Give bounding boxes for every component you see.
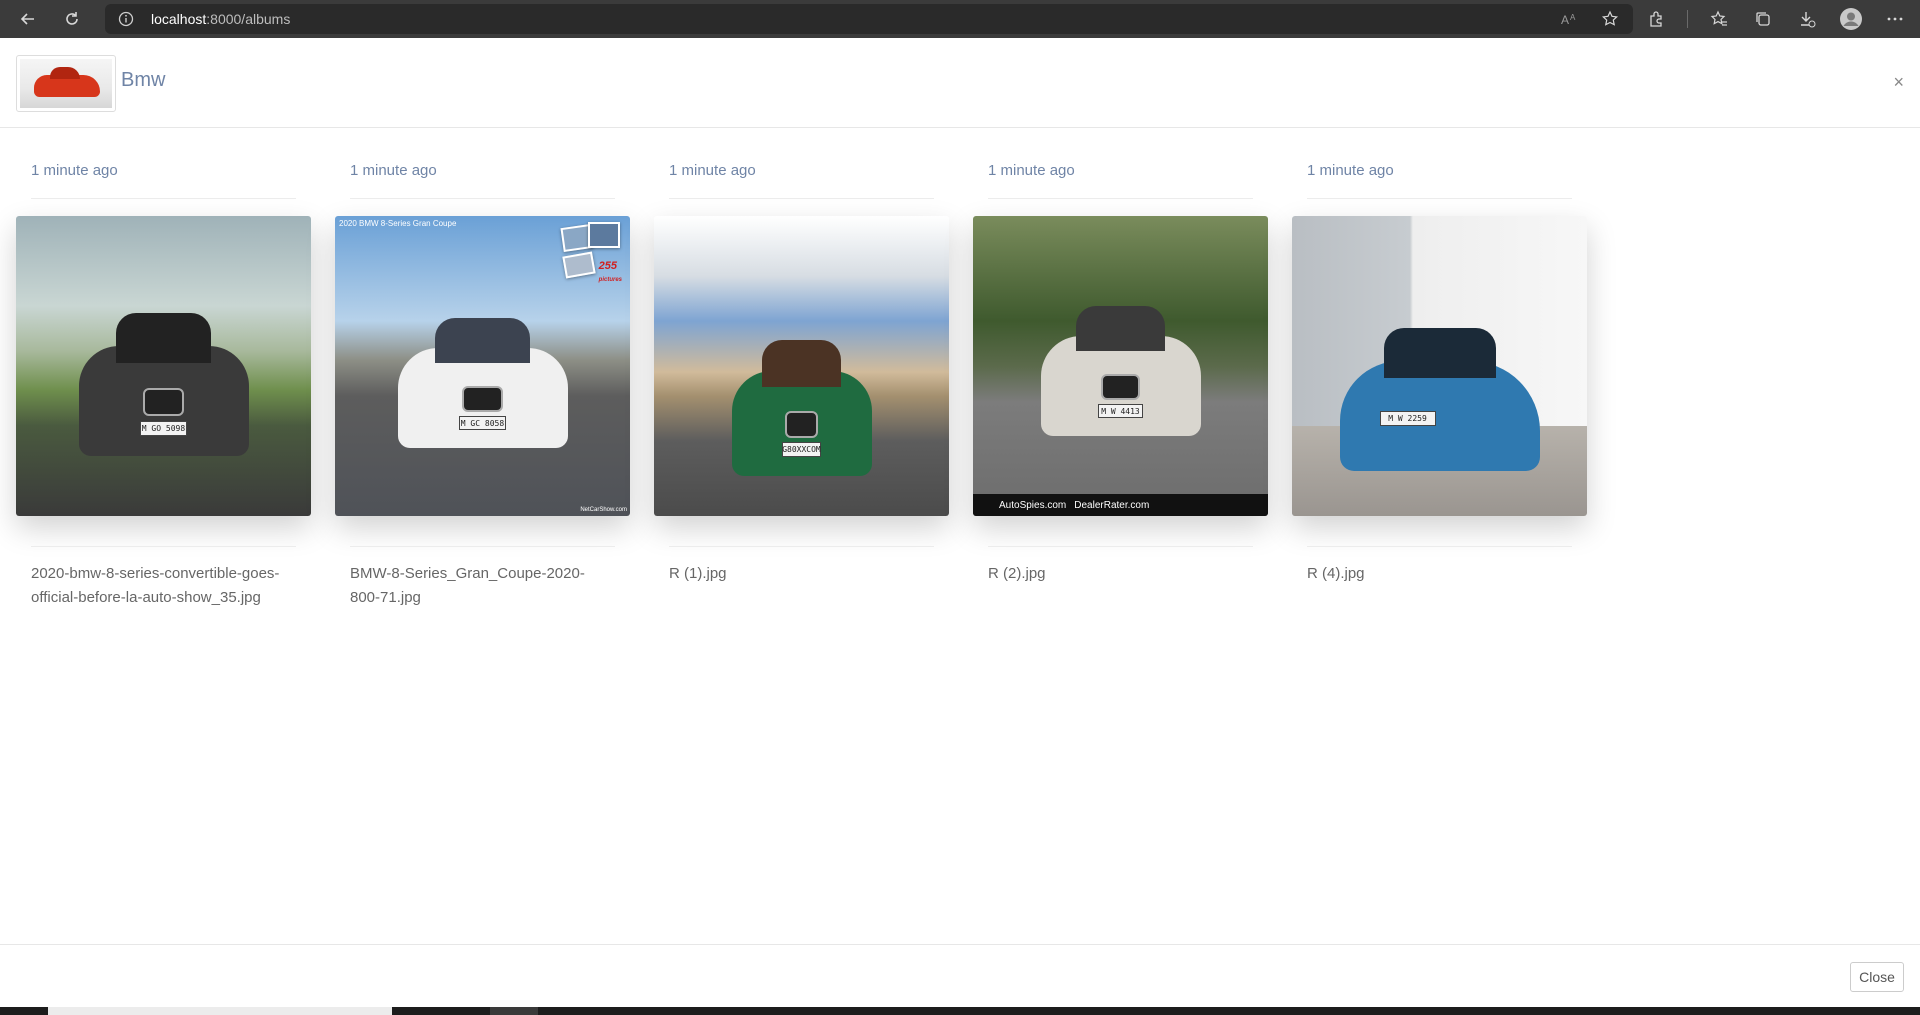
close-button[interactable]: Close	[1850, 962, 1904, 992]
browser-toolbar: localhost:8000/albums AA	[0, 0, 1920, 38]
card-divider	[31, 546, 296, 547]
image-watermark: NetCarShow.com	[580, 507, 627, 513]
album-cover-thumbnail	[16, 55, 116, 112]
photo-timestamp: 1 minute ago	[31, 162, 118, 179]
photo-image[interactable]: M W 4413 AutoSpies.com DealerRater.com	[973, 216, 1268, 516]
picture-count: 255	[598, 260, 618, 272]
reload-icon[interactable]	[54, 0, 90, 38]
photo-filename: R (4).jpg	[1307, 565, 1365, 582]
taskbar-item[interactable]	[48, 1007, 392, 1015]
collections-icon[interactable]	[1750, 6, 1776, 32]
photo-timestamp: 1 minute ago	[988, 162, 1075, 179]
image-footer-text-a: AutoSpies.com	[999, 499, 1067, 511]
card-divider	[350, 198, 615, 199]
downloads-icon[interactable]	[1794, 6, 1820, 32]
photo-image[interactable]: G80XXCOM	[654, 216, 949, 516]
photo-timestamp: 1 minute ago	[1307, 162, 1394, 179]
profile-icon[interactable]	[1838, 6, 1864, 32]
license-plate: G80XXCOM	[781, 442, 822, 458]
card-divider	[988, 198, 1253, 199]
more-menu-icon[interactable]	[1882, 6, 1908, 32]
album-title: Bmw	[121, 69, 166, 91]
license-plate: M W 4413	[1098, 404, 1143, 418]
modal-footer: Close	[0, 944, 1920, 1006]
photo-filename: 2020-bmw-8-series-convertible-goes-offic…	[31, 565, 280, 606]
card-divider	[350, 546, 615, 547]
card-divider	[669, 546, 934, 547]
svg-text:A: A	[1561, 13, 1569, 26]
read-aloud-icon[interactable]: AA	[1557, 6, 1583, 32]
extensions-icon[interactable]	[1643, 6, 1669, 32]
card-divider	[1307, 198, 1572, 199]
add-favorite-icon[interactable]	[1597, 6, 1623, 32]
photo-filename: BMW-8-Series_Gran_Coupe-2020-800-71.jpg	[350, 565, 585, 606]
image-footer-strip: AutoSpies.com DealerRater.com	[973, 494, 1268, 516]
toolbar-separator	[1687, 10, 1688, 28]
photo-filename: R (1).jpg	[669, 565, 727, 582]
image-overlay-title: 2020 BMW 8-Series Gran Coupe	[339, 219, 457, 228]
url-host: localhost	[151, 11, 207, 27]
card-divider	[988, 546, 1253, 547]
picture-count-badge: 255 pictures	[560, 220, 624, 290]
card-divider	[1307, 546, 1572, 547]
license-plate: M GO 5098	[139, 420, 188, 437]
card-divider	[31, 198, 296, 199]
url-text[interactable]: localhost:8000/albums	[151, 11, 290, 27]
modal-header: Bmw ×	[0, 38, 1920, 128]
card-divider	[669, 198, 934, 199]
taskbar	[0, 1007, 1920, 1015]
photo-image[interactable]: 2020 BMW 8-Series Gran Coupe 255 pictures…	[335, 216, 630, 516]
photo-image[interactable]: M GO 5098	[16, 216, 311, 516]
image-footer-text-b: DealerRater.com	[1074, 499, 1150, 511]
svg-text:A: A	[1570, 13, 1576, 22]
favorites-icon[interactable]	[1706, 6, 1732, 32]
license-plate: M W 2259	[1379, 410, 1436, 426]
photo-image[interactable]: M W 2259	[1292, 216, 1587, 516]
license-plate: M GC 8058	[458, 416, 507, 430]
picture-count-label: pictures	[598, 277, 622, 283]
taskbar-item[interactable]	[490, 1007, 538, 1015]
photo-timestamp: 1 minute ago	[669, 162, 756, 179]
photo-timestamp: 1 minute ago	[350, 162, 437, 179]
url-path: :8000/albums	[206, 11, 291, 27]
close-icon[interactable]: ×	[1893, 72, 1904, 93]
photo-filename: R (2).jpg	[988, 565, 1046, 582]
info-icon[interactable]	[117, 10, 135, 28]
address-bar[interactable]: localhost:8000/albums AA	[105, 4, 1633, 34]
back-arrow-icon[interactable]	[10, 0, 46, 38]
